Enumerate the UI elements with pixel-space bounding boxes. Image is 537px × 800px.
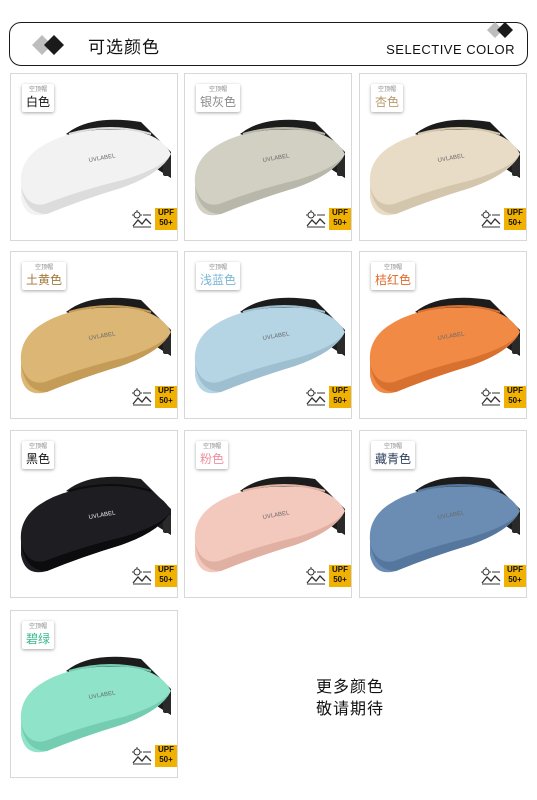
section-subtitle: SELECTIVE COLOR bbox=[386, 42, 515, 57]
color-name: 藏青色 bbox=[375, 452, 412, 466]
upf-label: UPF 50+ bbox=[155, 565, 177, 587]
tag-type-label: 空顶帽 bbox=[209, 264, 228, 271]
color-card[interactable]: UVLABEL 空顶帽 桔红色 UPF 50+ bbox=[359, 251, 527, 419]
upf-badge: UPF 50+ bbox=[480, 208, 532, 230]
sun-shield-icon bbox=[481, 388, 501, 406]
upf-badge: UPF 50+ bbox=[131, 745, 183, 767]
color-tag: 空顶帽 桔红色 bbox=[371, 262, 416, 290]
section-title: 可选颜色 bbox=[88, 38, 160, 58]
tag-type-label: 空顶帽 bbox=[203, 443, 222, 450]
sun-shield-icon bbox=[132, 388, 152, 406]
color-name: 桔红色 bbox=[375, 273, 412, 287]
upf-label: UPF 50+ bbox=[504, 386, 526, 408]
upf-badge: UPF 50+ bbox=[131, 386, 183, 408]
color-tag: 空顶帽 杏色 bbox=[371, 84, 404, 112]
sun-shield-icon bbox=[132, 567, 152, 585]
tag-type-label: 空顶帽 bbox=[384, 443, 403, 450]
tag-type-label: 空顶帽 bbox=[29, 443, 48, 450]
color-tag: 空顶帽 碧绿 bbox=[22, 621, 55, 649]
upf-badge: UPF 50+ bbox=[305, 386, 357, 408]
upf-badge: UPF 50+ bbox=[305, 208, 357, 230]
color-name: 浅蓝色 bbox=[200, 273, 237, 287]
sun-shield-icon bbox=[306, 388, 326, 406]
color-tag: 空顶帽 粉色 bbox=[196, 441, 229, 469]
color-tag: 空顶帽 藏青色 bbox=[371, 441, 416, 469]
upf-label: UPF 50+ bbox=[329, 565, 351, 587]
color-tag: 空顶帽 黑色 bbox=[22, 441, 55, 469]
upf-label: UPF 50+ bbox=[155, 386, 177, 408]
upf-label: UPF 50+ bbox=[504, 565, 526, 587]
upf-badge: UPF 50+ bbox=[131, 208, 183, 230]
color-card[interactable]: UVLABEL 空顶帽 银灰色 UPF 50+ bbox=[184, 73, 352, 241]
upf-badge: UPF 50+ bbox=[480, 386, 532, 408]
color-name: 碧绿 bbox=[26, 632, 51, 646]
color-card[interactable]: UVLABEL 空顶帽 浅蓝色 UPF 50+ bbox=[184, 251, 352, 419]
header-banner: 可选颜色 SELECTIVE COLOR bbox=[9, 22, 528, 66]
upf-label: UPF 50+ bbox=[329, 208, 351, 230]
color-card[interactable]: UVLABEL 空顶帽 白色 UPF 50+ bbox=[10, 73, 178, 241]
tag-type-label: 空顶帽 bbox=[384, 264, 403, 271]
more-colors-line2: 敬请期待 bbox=[316, 699, 385, 718]
diamond-decor-icon bbox=[32, 35, 64, 55]
color-card[interactable]: UVLABEL 空顶帽 黑色 UPF 50+ bbox=[10, 430, 178, 598]
sun-shield-icon bbox=[132, 210, 152, 228]
more-colors-note: 更多颜色 敬请期待 bbox=[316, 676, 384, 720]
color-name: 黑色 bbox=[26, 452, 51, 466]
tag-type-label: 空顶帽 bbox=[378, 86, 397, 93]
tag-type-label: 空顶帽 bbox=[209, 86, 228, 93]
tag-type-label: 空顶帽 bbox=[29, 86, 48, 93]
sun-shield-icon bbox=[481, 210, 501, 228]
sun-shield-icon bbox=[306, 567, 326, 585]
color-name: 土黄色 bbox=[26, 273, 63, 287]
upf-label: UPF 50+ bbox=[504, 208, 526, 230]
sun-shield-icon bbox=[306, 210, 326, 228]
color-name: 白色 bbox=[26, 95, 51, 109]
upf-badge: UPF 50+ bbox=[305, 565, 357, 587]
color-tag: 空顶帽 白色 bbox=[22, 84, 55, 112]
sun-shield-icon bbox=[481, 567, 501, 585]
tag-type-label: 空顶帽 bbox=[29, 623, 48, 630]
color-card[interactable]: UVLABEL 空顶帽 碧绿 UPF 50+ bbox=[10, 610, 178, 778]
tag-type-label: 空顶帽 bbox=[35, 264, 54, 271]
diamond-decor-right-icon bbox=[487, 22, 513, 38]
sun-shield-icon bbox=[132, 747, 152, 765]
color-name: 银灰色 bbox=[200, 95, 237, 109]
color-card[interactable]: UVLABEL 空顶帽 粉色 UPF 50+ bbox=[184, 430, 352, 598]
more-colors-line1: 更多颜色 bbox=[316, 677, 385, 696]
upf-badge: UPF 50+ bbox=[131, 565, 183, 587]
color-tag: 空顶帽 土黄色 bbox=[22, 262, 67, 290]
upf-badge: UPF 50+ bbox=[480, 565, 532, 587]
color-tag: 空顶帽 浅蓝色 bbox=[196, 262, 241, 290]
color-card[interactable]: UVLABEL 空顶帽 藏青色 UPF 50+ bbox=[359, 430, 527, 598]
upf-label: UPF 50+ bbox=[329, 386, 351, 408]
color-card[interactable]: UVLABEL 空顶帽 土黄色 UPF 50+ bbox=[10, 251, 178, 419]
color-tag: 空顶帽 银灰色 bbox=[196, 84, 241, 112]
color-card[interactable]: UVLABEL 空顶帽 杏色 UPF 50+ bbox=[359, 73, 527, 241]
upf-label: UPF 50+ bbox=[155, 208, 177, 230]
color-name: 粉色 bbox=[200, 452, 225, 466]
upf-label: UPF 50+ bbox=[155, 745, 177, 767]
color-name: 杏色 bbox=[375, 95, 400, 109]
